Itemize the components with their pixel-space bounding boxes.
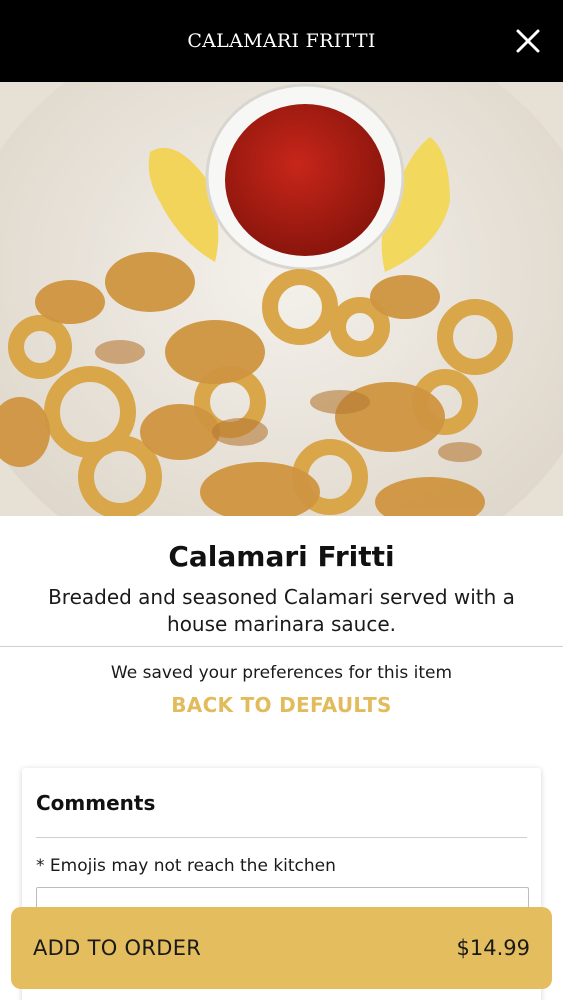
order-price: $14.99: [456, 936, 530, 960]
item-title: Calamari Fritti: [168, 540, 395, 573]
item-photo: [0, 82, 563, 516]
comments-title: Comments: [36, 791, 156, 815]
comments-divider: [36, 837, 527, 838]
close-icon: [516, 29, 540, 53]
close-button[interactable]: [513, 26, 543, 56]
header-title: CALAMARI FRITTI: [187, 30, 376, 52]
section-divider: [0, 646, 563, 647]
saved-preferences-note: We saved your preferences for this item: [110, 663, 453, 683]
header-bar: CALAMARI FRITTI: [0, 0, 563, 82]
calamari-photo: [0, 82, 563, 516]
item-description: Breaded and seasoned Calamari served wit…: [48, 585, 515, 636]
add-to-order-button[interactable]: ADD TO ORDER $14.99: [11, 907, 552, 989]
add-to-order-label: ADD TO ORDER: [33, 936, 202, 960]
back-to-defaults-link[interactable]: BACK TO DEFAULTS: [0, 693, 563, 717]
emoji-warning-note: * Emojis may not reach the kitchen: [36, 856, 336, 876]
